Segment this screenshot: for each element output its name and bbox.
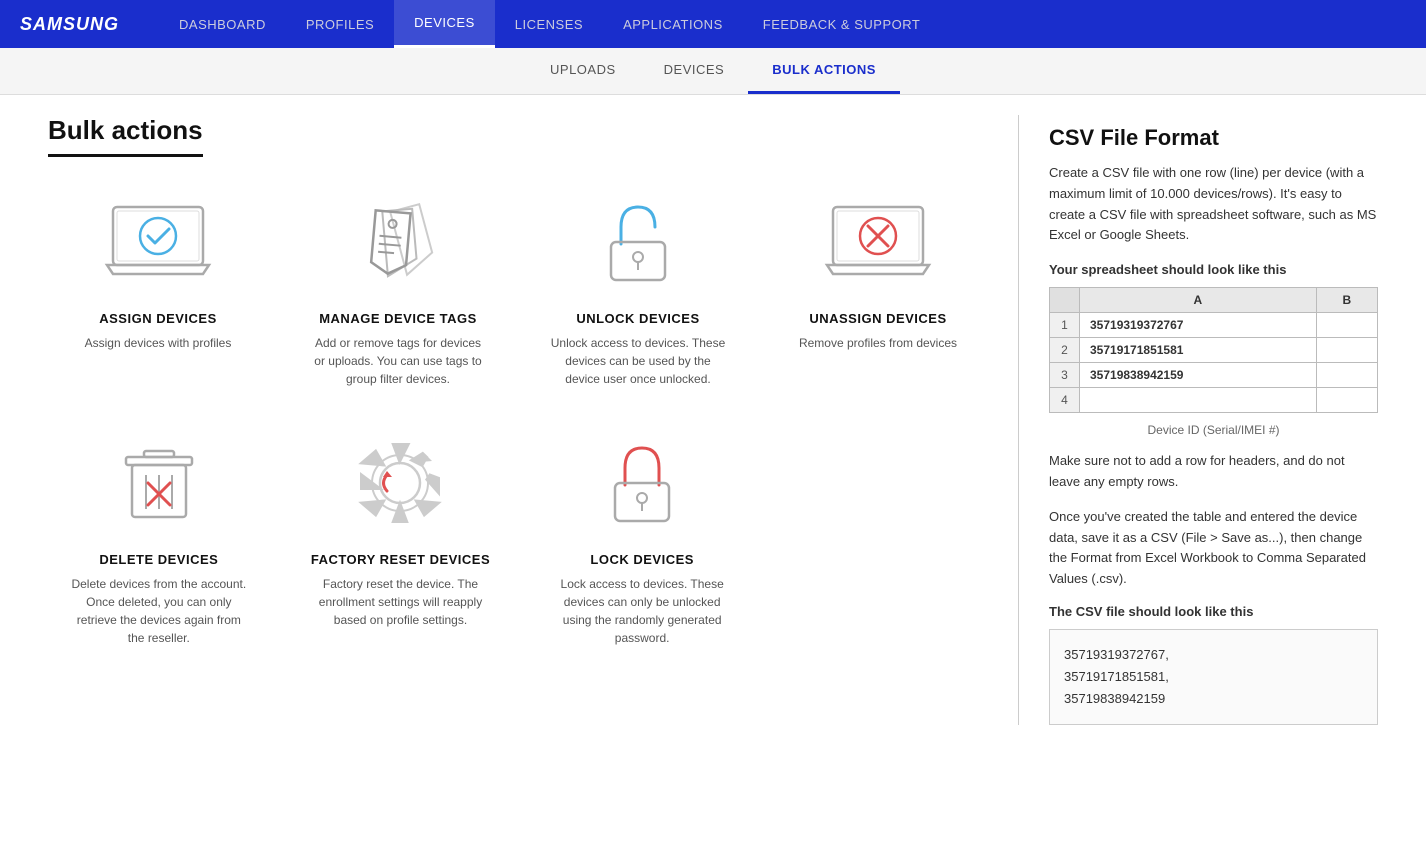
nav-item-applications[interactable]: APPLICATIONS <box>603 0 743 48</box>
row-header-3: 3 <box>1050 363 1080 388</box>
action-unassign-devices[interactable]: UNASSIGN DEVICES Remove profiles from de… <box>768 187 988 388</box>
table-row: 4 <box>1050 388 1378 413</box>
csv-note-2: Once you've created the table and entere… <box>1049 507 1378 590</box>
unassign-devices-desc: Remove profiles from devices <box>799 334 957 352</box>
device-id-label: Device ID (Serial/IMEI #) <box>1049 423 1378 437</box>
lock-devices-icon <box>582 428 702 538</box>
table-row: 1 35719319372767 <box>1050 313 1378 338</box>
manage-tags-title: MANAGE DEVICE TAGS <box>319 311 477 326</box>
action-grid-row2: DELETE DEVICES Delete devices from the a… <box>48 428 753 647</box>
row-4-col-b <box>1316 388 1377 413</box>
table-row: 3 35719838942159 <box>1050 363 1378 388</box>
nav-item-feedback[interactable]: FEEDBACK & SUPPORT <box>743 0 941 48</box>
row-2-col-b <box>1316 338 1377 363</box>
table-corner <box>1050 288 1080 313</box>
assign-devices-title: ASSIGN DEVICES <box>99 311 217 326</box>
action-factory-reset[interactable]: FACTORY RESET DEVICES Factory reset the … <box>290 428 512 647</box>
action-lock-devices[interactable]: LOCK DEVICES Lock access to devices. The… <box>531 428 753 647</box>
nav-item-devices[interactable]: DEVICES <box>394 0 495 48</box>
delete-devices-title: DELETE DEVICES <box>99 552 218 567</box>
tab-bulk-actions[interactable]: BULK ACTIONS <box>748 48 900 94</box>
tab-devices[interactable]: DEVICES <box>640 48 749 94</box>
assign-devices-desc: Assign devices with profiles <box>85 334 232 352</box>
csv-example-line1: 35719319372767, <box>1064 647 1169 662</box>
csv-example-line3: 35719838942159 <box>1064 691 1165 706</box>
action-assign-devices[interactable]: ASSIGN DEVICES Assign devices with profi… <box>48 187 268 388</box>
nav-item-dashboard[interactable]: DASHBOARD <box>159 0 286 48</box>
unassign-devices-title: UNASSIGN DEVICES <box>809 311 946 326</box>
row-3-col-b <box>1316 363 1377 388</box>
csv-file-label: The CSV file should look like this <box>1049 604 1378 619</box>
action-delete-devices[interactable]: DELETE DEVICES Delete devices from the a… <box>48 428 270 647</box>
row-3-col-a: 35719838942159 <box>1080 363 1317 388</box>
row-4-col-a <box>1080 388 1317 413</box>
page-content: Bulk actions ASSIGN DE <box>18 95 1408 745</box>
lock-devices-desc: Lock access to devices. These devices ca… <box>552 575 732 647</box>
assign-devices-icon <box>98 187 218 297</box>
row-header-4: 4 <box>1050 388 1080 413</box>
csv-panel: CSV File Format Create a CSV file with o… <box>1018 115 1378 725</box>
row-1-col-a: 35719319372767 <box>1080 313 1317 338</box>
nav-item-licenses[interactable]: LICENSES <box>495 0 603 48</box>
delete-devices-desc: Delete devices from the account. Once de… <box>69 575 249 647</box>
csv-title: CSV File Format <box>1049 125 1378 151</box>
csv-spreadsheet-table: A B 1 35719319372767 2 35719171851581 3 <box>1049 287 1378 413</box>
page-title: Bulk actions <box>48 115 203 157</box>
nav-links: DASHBOARD PROFILES DEVICES LICENSES APPL… <box>159 0 940 48</box>
action-unlock-devices[interactable]: UNLOCK DEVICES Unlock access to devices.… <box>528 187 748 388</box>
top-navigation: SAMSUNG DASHBOARD PROFILES DEVICES LICEN… <box>0 0 1426 48</box>
table-col-b: B <box>1316 288 1377 313</box>
tab-uploads[interactable]: UPLOADS <box>526 48 640 94</box>
manage-tags-desc: Add or remove tags for devices or upload… <box>308 334 488 388</box>
sub-navigation: UPLOADS DEVICES BULK ACTIONS <box>0 48 1426 95</box>
lock-devices-title: LOCK DEVICES <box>590 552 694 567</box>
row-header-1: 1 <box>1050 313 1080 338</box>
csv-note-1: Make sure not to add a row for headers, … <box>1049 451 1378 493</box>
factory-reset-icon <box>340 428 460 538</box>
unassign-devices-icon <box>818 187 938 297</box>
unlock-devices-title: UNLOCK DEVICES <box>576 311 699 326</box>
csv-example: 35719319372767, 35719171851581, 35719838… <box>1049 629 1378 725</box>
manage-tags-icon <box>338 187 458 297</box>
main-area: Bulk actions ASSIGN DE <box>48 115 988 725</box>
csv-spreadsheet-label: Your spreadsheet should look like this <box>1049 262 1378 277</box>
nav-item-profiles[interactable]: PROFILES <box>286 0 394 48</box>
unlock-devices-desc: Unlock access to devices. These devices … <box>548 334 728 388</box>
row-2-col-a: 35719171851581 <box>1080 338 1317 363</box>
factory-reset-desc: Factory reset the device. The enrollment… <box>310 575 490 629</box>
action-manage-tags[interactable]: MANAGE DEVICE TAGS Add or remove tags fo… <box>288 187 508 388</box>
row-header-2: 2 <box>1050 338 1080 363</box>
csv-description: Create a CSV file with one row (line) pe… <box>1049 163 1378 246</box>
action-grid-row1: ASSIGN DEVICES Assign devices with profi… <box>48 187 988 388</box>
factory-reset-title: FACTORY RESET DEVICES <box>311 552 490 567</box>
row-1-col-b <box>1316 313 1377 338</box>
unlock-devices-icon <box>578 187 698 297</box>
samsung-logo: SAMSUNG <box>20 14 119 35</box>
table-col-a: A <box>1080 288 1317 313</box>
table-row: 2 35719171851581 <box>1050 338 1378 363</box>
delete-devices-icon <box>99 428 219 538</box>
csv-example-line2: 35719171851581, <box>1064 669 1169 684</box>
